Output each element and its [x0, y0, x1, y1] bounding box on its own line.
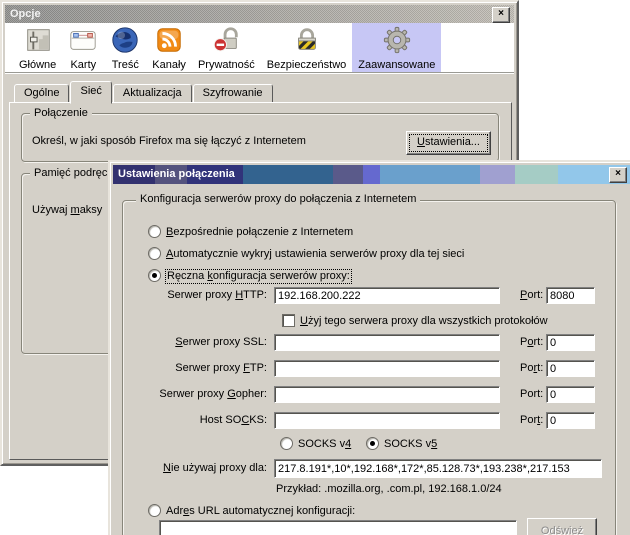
- radio-label: SOCKS v5: [384, 438, 437, 451]
- connection-settings-button[interactable]: Ustawienia...: [406, 131, 491, 155]
- cache-row-text: Używaj maksy: [32, 204, 102, 217]
- port-input[interactable]: [546, 334, 595, 351]
- proxy-input[interactable]: [274, 334, 500, 351]
- port-label: Port:: [520, 388, 543, 401]
- toolbar-item-kanaly[interactable]: Kanały: [146, 23, 192, 74]
- http-proxy-label: Serwer proxy HTTP:: [110, 289, 267, 302]
- toolbar-item-label: Główne: [19, 59, 56, 71]
- tab-szyfrowanie[interactable]: Szyfrowanie: [193, 84, 273, 103]
- dialog-title: Ustawienia połączenia: [118, 168, 235, 180]
- refresh-button[interactable]: Odśwież: [527, 518, 597, 535]
- feed-icon: [154, 25, 184, 58]
- toolbar-item-bezpieczenstwo[interactable]: Bezpieczeństwo: [261, 23, 353, 74]
- toolbar-item-tresc[interactable]: Treść: [104, 23, 146, 74]
- proxy-input[interactable]: [274, 360, 500, 377]
- tab-ogolne[interactable]: Ogólne: [14, 84, 69, 103]
- proxy-row: Host SOCKS: Port:: [110, 412, 620, 429]
- http-port-input[interactable]: [546, 287, 595, 304]
- toolbar-item-label: Zaawansowane: [358, 59, 435, 71]
- close-icon[interactable]: ×: [492, 7, 510, 23]
- toolbar-item-karty[interactable]: Karty: [62, 23, 104, 74]
- options-titlebar: Opcje ×: [5, 5, 514, 23]
- security-lock-icon: [292, 25, 322, 58]
- tab-aktualizacja[interactable]: Aktualizacja: [113, 84, 192, 103]
- toolbar-separator: [5, 72, 514, 74]
- cache-groupbox-title: Pamięć podręc: [30, 167, 111, 180]
- proxy-label: Serwer proxy FTP:: [110, 362, 267, 375]
- http-proxy-row: Serwer proxy HTTP: Port:: [110, 287, 620, 304]
- proxy-label: Host SOCKS:: [110, 414, 267, 427]
- auto-config-url-input[interactable]: [159, 520, 517, 535]
- port-label: Port:: [520, 414, 543, 427]
- toolbar-item-label: Treść: [112, 59, 139, 71]
- options-window-title: Opcje: [10, 8, 41, 20]
- port-label: Port:: [520, 362, 543, 375]
- no-proxy-label: Nie używaj proxy dla:: [110, 462, 267, 475]
- radio-icon: [148, 504, 161, 517]
- proxy-label: Serwer proxy SSL:: [110, 336, 267, 349]
- no-proxy-row: Nie używaj proxy dla:: [110, 459, 620, 478]
- port-input[interactable]: [546, 412, 595, 429]
- http-proxy-input[interactable]: [274, 287, 500, 304]
- proxy-config-groupbox-title: Konfiguracja serwerów proxy do połączeni…: [136, 193, 420, 206]
- radio-label: Adres URL automatycznej konfiguracji:: [166, 505, 355, 518]
- globe-icon: [110, 25, 140, 58]
- radio-icon: [148, 269, 161, 282]
- close-icon[interactable]: ×: [609, 167, 627, 183]
- toolbar-item-label: Prywatność: [198, 59, 255, 71]
- proxy-row: Serwer proxy Gopher: Port:: [110, 386, 620, 403]
- tabs-icon: [68, 25, 98, 58]
- connection-groupbox-title: Połączenie: [30, 107, 92, 120]
- proxy-input[interactable]: [274, 412, 500, 429]
- dialog-titlebar: Ustawienia połączenia ×: [113, 165, 630, 184]
- toolbar-item-label: Kanały: [152, 59, 186, 71]
- radio-icon: [366, 437, 379, 450]
- radio-icon: [148, 225, 161, 238]
- checkbox-icon: [282, 314, 295, 327]
- toolbar-item-prywatnosc[interactable]: Prywatność: [192, 23, 261, 74]
- radio-label: Automatycznie wykryj ustawienia serwerów…: [166, 248, 464, 261]
- proxy-label: Serwer proxy Gopher:: [110, 388, 267, 401]
- radio-icon: [280, 437, 293, 450]
- screen: Opcje × Główne: [0, 0, 630, 535]
- no-proxy-example: Przykład: .mozilla.org, .com.pl, 192.168…: [276, 483, 502, 496]
- connection-description: Określ, w jaki sposób Firefox ma się łąc…: [32, 135, 306, 148]
- http-port-label: Port:: [520, 289, 543, 302]
- checkbox-label: Użyj tego serwera proxy dla wszystkich p…: [300, 315, 548, 328]
- toolbar-item-label: Karty: [70, 59, 96, 71]
- port-label: Port:: [520, 336, 543, 349]
- privacy-lock-icon: [211, 25, 241, 58]
- extra-proxy-rows: Serwer proxy SSL: Port: Serwer proxy FTP…: [110, 334, 620, 438]
- radio-label: Ręczna konfiguracja serwerów proxy:: [166, 270, 351, 283]
- connection-settings-dialog: Ustawienia połączenia × Konfiguracja ser…: [108, 160, 630, 535]
- tab-siec[interactable]: Sieć: [70, 81, 111, 104]
- options-tabstrip: Ogólne Sieć Aktualizacja Szyfrowanie: [14, 81, 274, 103]
- gear-icon: [382, 25, 412, 58]
- proxy-input[interactable]: [274, 386, 500, 403]
- proxy-row: Serwer proxy SSL: Port:: [110, 334, 620, 351]
- toolbar-item-glowne[interactable]: Główne: [13, 23, 62, 74]
- radio-label: Bezpośrednie połączenie z Internetem: [166, 226, 353, 239]
- options-toolbar: Główne Karty: [5, 23, 514, 72]
- no-proxy-input[interactable]: [274, 459, 602, 478]
- toolbar-item-zaawansowane[interactable]: Zaawansowane: [352, 23, 441, 74]
- proxy-row: Serwer proxy FTP: Port:: [110, 360, 620, 377]
- toolbar-item-label: Bezpieczeństwo: [267, 59, 347, 71]
- radio-label: SOCKS v4: [298, 438, 351, 451]
- port-input[interactable]: [546, 386, 595, 403]
- port-input[interactable]: [546, 360, 595, 377]
- radio-icon: [148, 247, 161, 260]
- main-panel-icon: [23, 25, 53, 58]
